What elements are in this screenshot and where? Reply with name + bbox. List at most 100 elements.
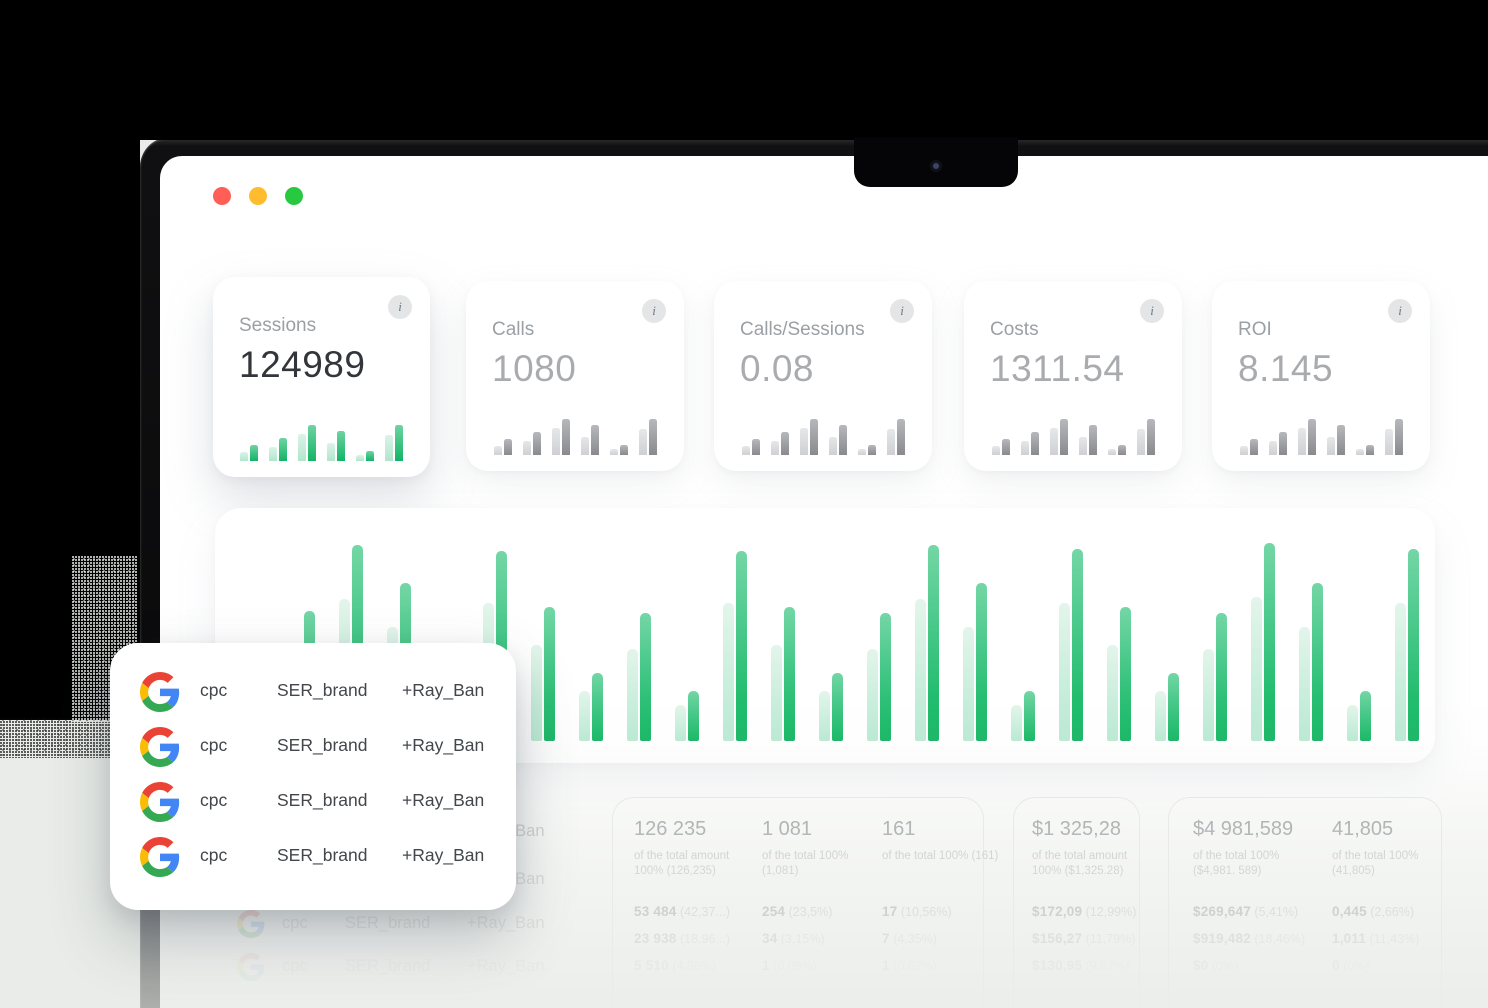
window-controls — [213, 187, 303, 205]
metric-row: 7 (4,35%) — [882, 931, 1042, 958]
spark-bar — [1147, 419, 1155, 455]
info-icon[interactable]: i — [1140, 299, 1164, 323]
kpi-card-calls[interactable]: i Calls 1080 — [466, 281, 684, 471]
keyword-cell: +Ray_Ban — [402, 680, 484, 701]
metric-column: 126 235 of the total amount 100% (126,23… — [634, 818, 756, 879]
kpi-card-costs[interactable]: i Costs 1311.54 — [964, 281, 1182, 471]
spark-bar — [1327, 437, 1335, 455]
keyword-cell: +Ray_Ban — [402, 790, 484, 811]
spark-bar — [327, 443, 335, 461]
chart-bar-dark — [1312, 583, 1323, 741]
info-icon[interactable]: i — [642, 299, 666, 323]
spark-bar — [1118, 445, 1126, 455]
metric-column: 1 081 of the total 100% (1,081) — [762, 818, 884, 879]
kpi-card-roi[interactable]: i ROI 8.145 — [1212, 281, 1430, 471]
laptop-notch — [854, 137, 1018, 187]
spark-bar — [992, 446, 1000, 455]
spark-group — [494, 439, 512, 455]
minimize-button[interactable] — [249, 187, 267, 205]
google-icon — [140, 782, 180, 822]
zoom-button[interactable] — [285, 187, 303, 205]
close-button[interactable] — [213, 187, 231, 205]
campaign-cell: SER_brand — [277, 735, 367, 756]
popup-row[interactable]: cpc SER_brand +Ray_Ban — [110, 719, 516, 774]
spark-bar — [639, 429, 647, 455]
channel-cell: cpc — [200, 680, 227, 701]
spark-group — [1298, 419, 1316, 455]
spark-group — [385, 425, 403, 461]
spark-group — [1021, 432, 1039, 455]
chart-bar-light — [1251, 597, 1262, 741]
popup-row[interactable]: cpc SER_brand +Ray_Ban — [110, 829, 516, 884]
chart-bar-light — [627, 649, 638, 741]
spark-bar — [1031, 432, 1039, 455]
background-black-top — [0, 0, 1488, 140]
spark-group — [1269, 432, 1287, 455]
kpi-value: 124989 — [239, 344, 430, 386]
spark-bar — [742, 446, 750, 455]
chart-bar-light — [963, 627, 974, 741]
spark-group — [639, 419, 657, 455]
kpi-value: 1080 — [492, 348, 684, 390]
google-icon — [237, 910, 265, 938]
spark-bar — [897, 419, 905, 455]
metric-note: of the total 100% (161) — [882, 849, 1004, 864]
spark-bar — [1089, 425, 1097, 455]
spark-group — [1079, 425, 1097, 455]
metric-row: $172,09 (12,99%) — [1032, 904, 1192, 931]
campaign-cell: SER_brand — [277, 680, 367, 701]
spark-bar — [366, 451, 374, 461]
spark-bar — [494, 446, 502, 455]
campaign-cell: SER_brand — [345, 914, 430, 933]
metric-header: 126 235 — [634, 818, 756, 841]
spark-bar — [1108, 449, 1116, 455]
metric-row: 0,445 (2,66%) — [1332, 904, 1488, 931]
info-icon[interactable]: i — [1388, 299, 1412, 323]
chart-bar-light — [867, 649, 878, 741]
metric-note: of the total amount 100% ($1,325.28) — [1032, 849, 1154, 879]
info-icon-label: i — [1398, 303, 1402, 319]
chart-bar-dark — [1216, 613, 1227, 741]
metric-column: $4 981,589 of the total 100% ($4,981. 58… — [1193, 818, 1315, 879]
info-icon[interactable]: i — [890, 299, 914, 323]
spark-bar — [1269, 441, 1277, 455]
spark-group — [1137, 419, 1155, 455]
spark-bar — [887, 429, 895, 455]
metric-note: of the total 100% (41,805) — [1332, 849, 1454, 879]
chart-bar-dark — [928, 545, 939, 741]
spark-bar — [610, 449, 618, 455]
chart-bar-dark — [688, 691, 699, 741]
info-icon[interactable]: i — [388, 295, 412, 319]
spark-bar — [1060, 419, 1068, 455]
popup-row[interactable]: cpc SER_brand +Ray_Ban — [110, 774, 516, 829]
chart-bar-light — [1107, 645, 1118, 741]
metric-rows: $269,647 (5,41%)$919,482 (18,46%)$0 (0%) — [1193, 904, 1353, 985]
spark-group — [269, 438, 287, 461]
spark-group — [581, 425, 599, 455]
kpi-value: 8.145 — [1238, 348, 1430, 390]
google-icon — [237, 953, 265, 981]
keyword-cell: +Ray_Ban — [402, 845, 484, 866]
spark-bar — [858, 449, 866, 455]
popup-row[interactable]: cpc SER_brand +Ray_Ban — [110, 664, 516, 719]
info-icon-label: i — [652, 303, 656, 319]
kpi-card-sessions[interactable]: i Sessions 124989 — [213, 277, 430, 477]
spark-bar — [591, 425, 599, 455]
metric-note: of the total amount 100% (126,235) — [634, 849, 756, 879]
spark-bar — [250, 445, 258, 461]
chart-bar-light — [531, 645, 542, 741]
chart-bar-light — [771, 645, 782, 741]
spark-bar — [552, 428, 560, 455]
spark-group — [1108, 445, 1126, 455]
channel-cell: cpc — [200, 845, 227, 866]
metric-column: 161 of the total 100% (161) — [882, 818, 1004, 864]
spark-bar — [868, 445, 876, 455]
kpi-sparkline — [239, 423, 404, 461]
spark-group — [1240, 439, 1258, 455]
info-icon-label: i — [398, 299, 402, 315]
chart-bar-dark — [880, 613, 891, 741]
spark-group — [858, 445, 876, 455]
spark-bar — [562, 419, 570, 455]
metric-row: 1 (0,62%) — [882, 958, 1042, 985]
kpi-card-calls-sessions[interactable]: i Calls/Sessions 0.08 — [714, 281, 932, 471]
